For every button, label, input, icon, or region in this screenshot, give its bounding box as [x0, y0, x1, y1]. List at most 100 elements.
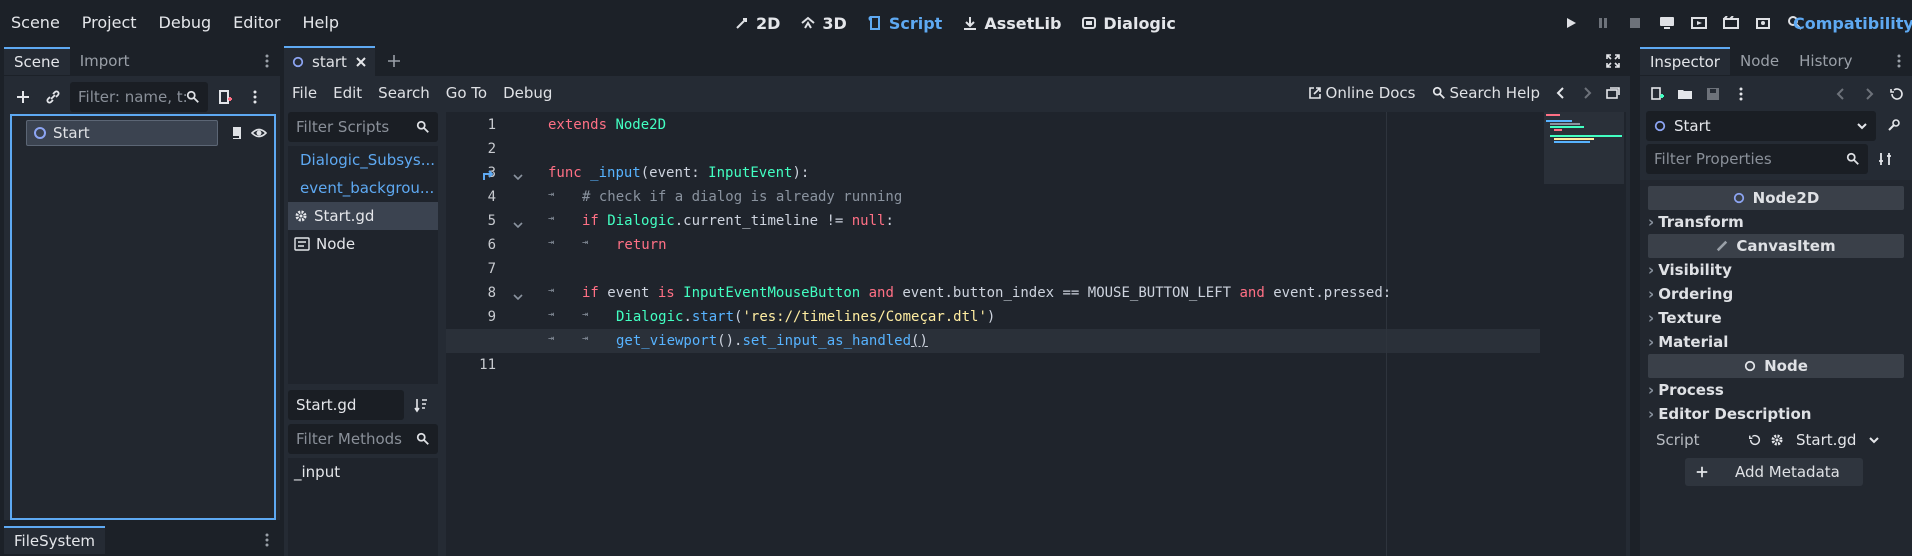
pause-button[interactable]	[1587, 10, 1619, 36]
tab-node[interactable]: Node	[1730, 47, 1789, 75]
minimap[interactable]	[1544, 112, 1624, 184]
visibility-toggle[interactable]	[246, 120, 272, 146]
scripts-panel: Filter Scripts Dialogic_Subsys... event_…	[288, 112, 438, 556]
resource-options-button[interactable]	[1728, 81, 1754, 107]
script-list-item[interactable]: Dialogic_Subsys...	[288, 146, 438, 174]
indent-marker: ⇥	[582, 309, 589, 320]
tab-filesystem[interactable]: FileSystem	[4, 526, 106, 554]
tab-scene[interactable]: Scene	[4, 47, 70, 75]
attach-script-button[interactable]	[212, 84, 238, 110]
menu-help[interactable]: Help	[292, 1, 350, 45]
object-forward-button[interactable]	[1856, 81, 1882, 107]
inspector-dock: Inspector Node History Start Filter Prop…	[1640, 46, 1912, 556]
fold-arrow-icon[interactable]	[512, 292, 524, 302]
group-editor-description[interactable]: › Editor Description	[1640, 402, 1912, 426]
object-back-button[interactable]	[1828, 81, 1854, 107]
distraction-free-button[interactable]	[1600, 48, 1626, 74]
online-docs-link[interactable]: Online Docs	[1300, 84, 1424, 102]
script-menu-file[interactable]: File	[284, 84, 325, 102]
minimap-line	[1554, 138, 1594, 140]
sort-methods-button[interactable]	[408, 392, 434, 418]
property-script: Script Start.gd	[1640, 426, 1912, 454]
save-icon	[1707, 88, 1719, 100]
script-list-item-selected[interactable]: Start.gd	[288, 202, 438, 230]
script-list-item[interactable]: event_backgrou...	[288, 174, 438, 202]
save-resource-button[interactable]	[1700, 81, 1726, 107]
workspace-assetlib[interactable]: AssetLib	[962, 14, 1061, 33]
search-help-button[interactable]: Search Help	[1424, 84, 1549, 102]
code-line-10: get_viewport().set_input_as_handled()	[616, 333, 928, 349]
group-process[interactable]: › Process	[1640, 378, 1912, 402]
new-tab-button[interactable]	[381, 48, 407, 74]
history-back-button[interactable]	[1548, 80, 1574, 106]
filter-properties-input[interactable]: Filter Properties	[1646, 144, 1868, 174]
play-scene-button[interactable]	[1683, 10, 1715, 36]
menu-scene[interactable]: Scene	[0, 1, 71, 45]
node-name: Start	[53, 124, 90, 142]
fold-arrow-icon[interactable]	[512, 172, 524, 182]
code-editor[interactable]: 1 2 3 4 5 6 7 8 9 10 11 extends Node2D f…	[446, 112, 1626, 556]
workspace-dialogic[interactable]: Dialogic	[1081, 14, 1176, 33]
group-texture[interactable]: › Texture	[1640, 306, 1912, 330]
menu-editor[interactable]: Editor	[222, 1, 291, 45]
scene-tree-item-start[interactable]: Start	[26, 120, 218, 146]
dock-menu-button[interactable]	[1886, 48, 1912, 74]
group-transform[interactable]: › Transform	[1640, 210, 1912, 234]
remote-debug-button[interactable]	[1651, 10, 1683, 36]
folder-icon	[1678, 90, 1692, 99]
stop-button[interactable]	[1619, 10, 1651, 36]
add-metadata-button[interactable]: Add Metadata	[1685, 458, 1863, 486]
filesystem-menu-button[interactable]	[254, 527, 280, 553]
group-material[interactable]: › Material	[1640, 330, 1912, 354]
method-list-item[interactable]: _input	[288, 458, 438, 486]
stop-icon	[1630, 18, 1640, 28]
add-node-button[interactable]	[10, 84, 36, 110]
filter-methods-input[interactable]: Filter Methods	[288, 424, 438, 454]
tab-inspector[interactable]: Inspector	[1640, 47, 1730, 75]
line-number: 4	[487, 189, 496, 205]
group-ordering[interactable]: › Ordering	[1640, 282, 1912, 306]
load-resource-button[interactable]	[1672, 81, 1698, 107]
group-visibility[interactable]: › Visibility	[1640, 258, 1912, 282]
movie-maker-button[interactable]	[1747, 10, 1779, 36]
float-window-button[interactable]	[1600, 80, 1626, 106]
fold-arrow-icon[interactable]	[512, 220, 524, 230]
gear-icon	[295, 210, 307, 222]
menu-project[interactable]: Project	[71, 1, 148, 45]
open-docs-button[interactable]	[1882, 113, 1908, 139]
dock-menu-button[interactable]	[254, 48, 280, 74]
filter-scripts-input[interactable]: Filter Scripts	[288, 112, 438, 142]
chevron-right-icon	[1584, 87, 1592, 99]
renderer-selector[interactable]: Compatibility	[1793, 0, 1912, 46]
line-number: 11	[479, 357, 496, 373]
new-resource-button[interactable]	[1644, 81, 1670, 107]
tab-import[interactable]: Import	[70, 47, 140, 75]
workspace-script[interactable]: Script	[867, 14, 942, 33]
workspace-2d[interactable]: 2D	[734, 14, 780, 33]
tab-history[interactable]: History	[1789, 47, 1862, 75]
editor-tab-start[interactable]: start	[284, 46, 375, 76]
close-icon[interactable]	[355, 56, 367, 68]
property-script-value[interactable]: Start.gd	[1796, 431, 1868, 449]
scene-options-button[interactable]	[242, 84, 268, 110]
code-line-8: if event is InputEventMouseButton and ev…	[582, 285, 1392, 301]
instantiate-scene-button[interactable]	[40, 84, 66, 110]
scene-filter-input[interactable]: Filter: name, t:t	[70, 82, 208, 112]
chevron-down-icon[interactable]	[1868, 434, 1880, 446]
workspace-3d[interactable]: 3D	[800, 14, 847, 33]
script-list-item[interactable]: Node	[288, 230, 438, 258]
doc-help-icon	[1888, 119, 1900, 131]
indent-marker: ⇥	[548, 333, 555, 344]
reset-icon[interactable]	[1748, 433, 1762, 447]
object-selector[interactable]: Start	[1646, 111, 1876, 141]
play-button[interactable]	[1555, 10, 1587, 36]
script-menu-debug[interactable]: Debug	[495, 84, 560, 102]
script-menu-search[interactable]: Search	[370, 84, 438, 102]
menu-debug[interactable]: Debug	[148, 1, 223, 45]
script-menu-goto[interactable]: Go To	[438, 84, 495, 102]
object-history-button[interactable]	[1884, 81, 1910, 107]
play-custom-scene-button[interactable]	[1715, 10, 1747, 36]
script-menu-edit[interactable]: Edit	[325, 84, 370, 102]
history-forward-button[interactable]	[1574, 80, 1600, 106]
inspector-settings-button[interactable]	[1872, 146, 1898, 172]
